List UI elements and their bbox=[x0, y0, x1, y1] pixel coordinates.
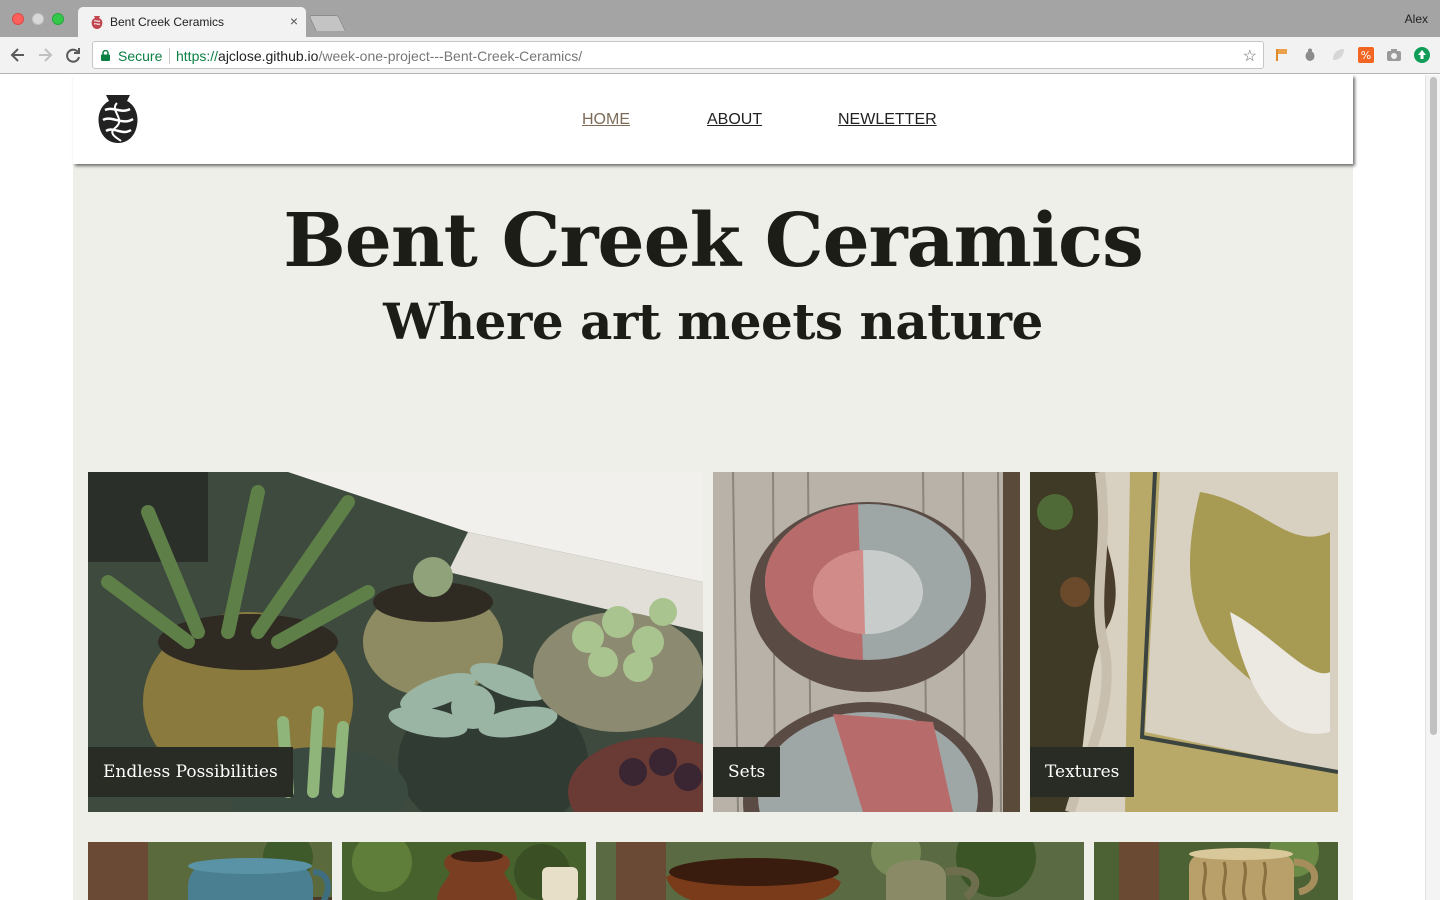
blue-mug-photo bbox=[88, 842, 332, 900]
carved-mug-photo bbox=[1094, 842, 1338, 900]
pottery-logo-icon[interactable] bbox=[97, 93, 139, 145]
nav-newsletter-link[interactable]: NEWLETTER bbox=[838, 111, 937, 129]
bowl-pitcher-photo bbox=[596, 842, 1084, 900]
browser-tab-bar: Bent Creek Ceramics × Alex bbox=[0, 0, 1440, 37]
site-header: HOME ABOUT NEWLETTER bbox=[73, 75, 1353, 164]
secure-label: Secure bbox=[118, 48, 163, 64]
extension-flag-icon[interactable] bbox=[1274, 47, 1290, 63]
browser-toolbar: Secure https://ajclose.github.io/week-on… bbox=[0, 37, 1440, 74]
camera-icon[interactable] bbox=[1386, 47, 1402, 63]
extension-leaf-icon[interactable] bbox=[1330, 47, 1346, 63]
browser-tab-active[interactable]: Bent Creek Ceramics × bbox=[78, 7, 306, 37]
extension-bug-icon[interactable] bbox=[1302, 47, 1318, 63]
vase-photo bbox=[342, 842, 586, 900]
pottery-favicon-icon bbox=[91, 16, 103, 29]
hero-subtitle: Where art meets nature bbox=[383, 292, 1043, 351]
forward-arrow-icon[interactable] bbox=[35, 45, 55, 65]
nav-about-link[interactable]: ABOUT bbox=[707, 111, 762, 129]
new-tab-button[interactable] bbox=[308, 15, 346, 31]
page-scrollbar[interactable] bbox=[1425, 75, 1440, 900]
gallery-caption: Sets bbox=[713, 747, 781, 797]
reload-icon[interactable] bbox=[63, 45, 83, 65]
address-bar[interactable]: Secure https://ajclose.github.io/week-on… bbox=[92, 41, 1264, 69]
hero-title: Bent Creek Ceramics bbox=[283, 198, 1144, 284]
address-divider bbox=[169, 48, 170, 64]
tab-close-icon[interactable]: × bbox=[290, 13, 298, 29]
bookmark-star-icon[interactable]: ☆ bbox=[1243, 46, 1257, 66]
url-host: ajclose.github.io bbox=[218, 48, 319, 64]
url-scheme: https:// bbox=[176, 48, 219, 64]
minimize-window-button[interactable] bbox=[32, 13, 44, 25]
scrollbar-thumb[interactable] bbox=[1430, 77, 1437, 735]
gallery-tile-sets[interactable]: Sets bbox=[713, 472, 1020, 812]
gallery-tile-blue-mug[interactable] bbox=[88, 842, 332, 900]
close-window-button[interactable] bbox=[12, 13, 24, 25]
tab-title: Bent Creek Ceramics bbox=[110, 15, 225, 29]
zoom-window-button[interactable] bbox=[52, 13, 64, 25]
gallery-caption: Endless Possibilities bbox=[88, 747, 293, 797]
page-viewport: HOME ABOUT NEWLETTER Bent Creek Ceramics… bbox=[0, 75, 1440, 900]
gallery-tile-vase[interactable] bbox=[342, 842, 586, 900]
gallery-tile-succulents[interactable]: Endless Possibilities bbox=[88, 472, 703, 812]
lock-icon bbox=[101, 50, 110, 61]
main-content: Bent Creek Ceramics Where art meets natu… bbox=[73, 164, 1353, 900]
gallery-tile-textures[interactable]: Textures bbox=[1030, 472, 1338, 812]
url-text[interactable]: https://ajclose.github.io/week-one-proje… bbox=[176, 48, 582, 64]
gallery-tile-bowl-and-pitcher[interactable] bbox=[596, 842, 1084, 900]
profile-name[interactable]: Alex bbox=[1405, 12, 1428, 26]
gallery-caption: Textures bbox=[1030, 747, 1135, 797]
nav-home-link[interactable]: HOME bbox=[582, 111, 630, 129]
svg-text:%: % bbox=[1361, 49, 1371, 62]
gallery-tile-carved-mug[interactable] bbox=[1094, 842, 1338, 900]
extension-percent-icon[interactable]: % bbox=[1358, 47, 1374, 63]
update-arrow-icon[interactable] bbox=[1414, 47, 1430, 63]
url-path: /week-one-project---Bent-Creek-Ceramics/ bbox=[318, 48, 583, 64]
back-arrow-icon[interactable] bbox=[8, 45, 28, 65]
